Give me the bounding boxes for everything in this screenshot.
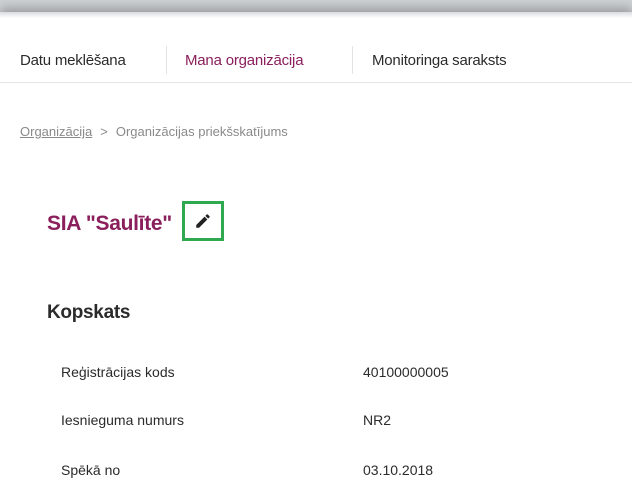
page-title: SIA "Saulīte" (47, 212, 172, 235)
breadcrumb-separator: > (100, 124, 108, 139)
row-label: Reģistrācijas kods (61, 364, 175, 380)
nav-separator (166, 46, 167, 74)
overview-row: Reģistrācijas kods 40100000005 (0, 364, 632, 388)
tab-monitoringa-saraksts[interactable]: Monitoringa saraksts (372, 38, 507, 82)
breadcrumb-current: Organizācijas priekšskatījums (115, 124, 288, 139)
row-label: Iesnieguma numurs (61, 412, 184, 428)
main-nav: Datu meklēšana Mana organizācija Monitor… (0, 38, 632, 83)
breadcrumb: Organizācija > Organizācijas priekšskatī… (20, 124, 288, 139)
section-title-kopskats: Kopskats (47, 302, 131, 323)
nav-separator (352, 46, 353, 74)
window-top-edge (0, 12, 632, 18)
pencil-icon (196, 214, 210, 228)
tab-datu-meklesana[interactable]: Datu meklēšana (20, 38, 126, 82)
overview-row: Iesnieguma numurs NR2 (0, 412, 632, 436)
edit-button[interactable] (182, 201, 224, 241)
row-value: 40100000005 (363, 364, 449, 380)
breadcrumb-link-organizacija[interactable]: Organizācija (20, 124, 92, 139)
app-window: Datu meklēšana Mana organizācija Monitor… (0, 12, 632, 502)
row-value: 03.10.2018 (363, 462, 434, 478)
row-label: Spēkā no (61, 462, 121, 478)
tab-mana-organizacija[interactable]: Mana organizācija (185, 38, 304, 82)
row-value: NR2 (363, 412, 392, 428)
overview-row: Spēkā no 03.10.2018 (0, 462, 632, 486)
